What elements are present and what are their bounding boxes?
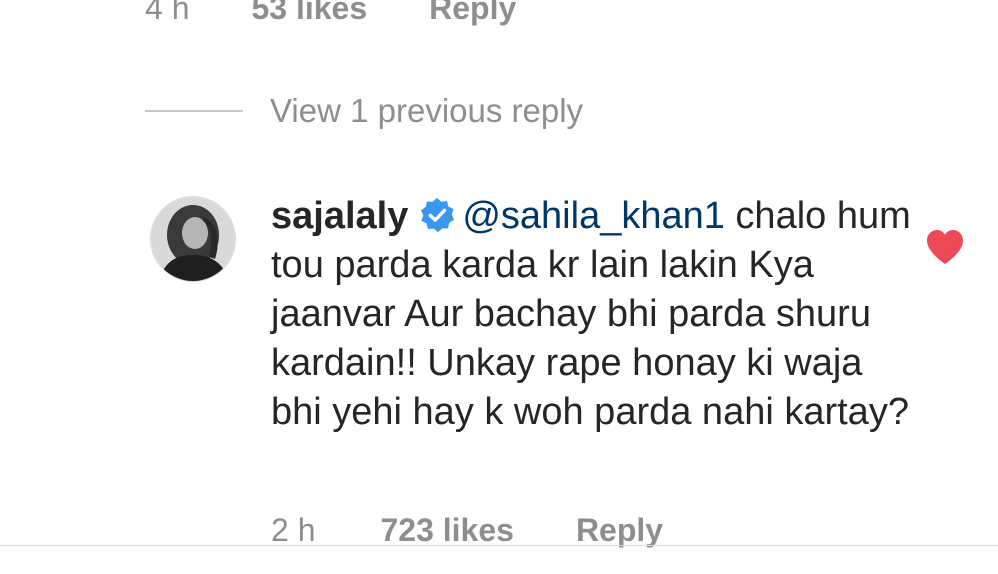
avatar[interactable]	[150, 196, 236, 282]
divider	[0, 545, 998, 546]
reply-comment: sajalaly @sahila_khan1 chalo hum tou par…	[271, 192, 911, 437]
view-previous-replies-label: View 1 previous reply	[270, 92, 584, 129]
replies-divider-line	[145, 110, 243, 112]
previous-comment-reply-button[interactable]: Reply	[429, 0, 516, 27]
view-previous-replies-button[interactable]: View 1 previous reply	[145, 92, 583, 130]
previous-comment-meta: 4 h 53 likes Reply	[145, 0, 516, 30]
reply-button[interactable]: Reply	[576, 512, 663, 549]
liked-heart-icon[interactable]	[925, 228, 965, 266]
reply-mention-link[interactable]: @sahila_khan1	[462, 195, 725, 237]
reply-likes[interactable]: 723 likes	[380, 512, 513, 549]
comments-thread: 4 h 53 likes Reply View 1 previous reply…	[0, 0, 998, 574]
verified-badge-icon	[421, 197, 455, 233]
reply-username[interactable]: sajalaly	[271, 195, 408, 237]
avatar-image	[151, 197, 235, 281]
previous-comment-likes[interactable]: 53 likes	[251, 0, 367, 27]
reply-time: 2 h	[271, 511, 316, 548]
previous-comment-time: 4 h	[145, 0, 190, 26]
